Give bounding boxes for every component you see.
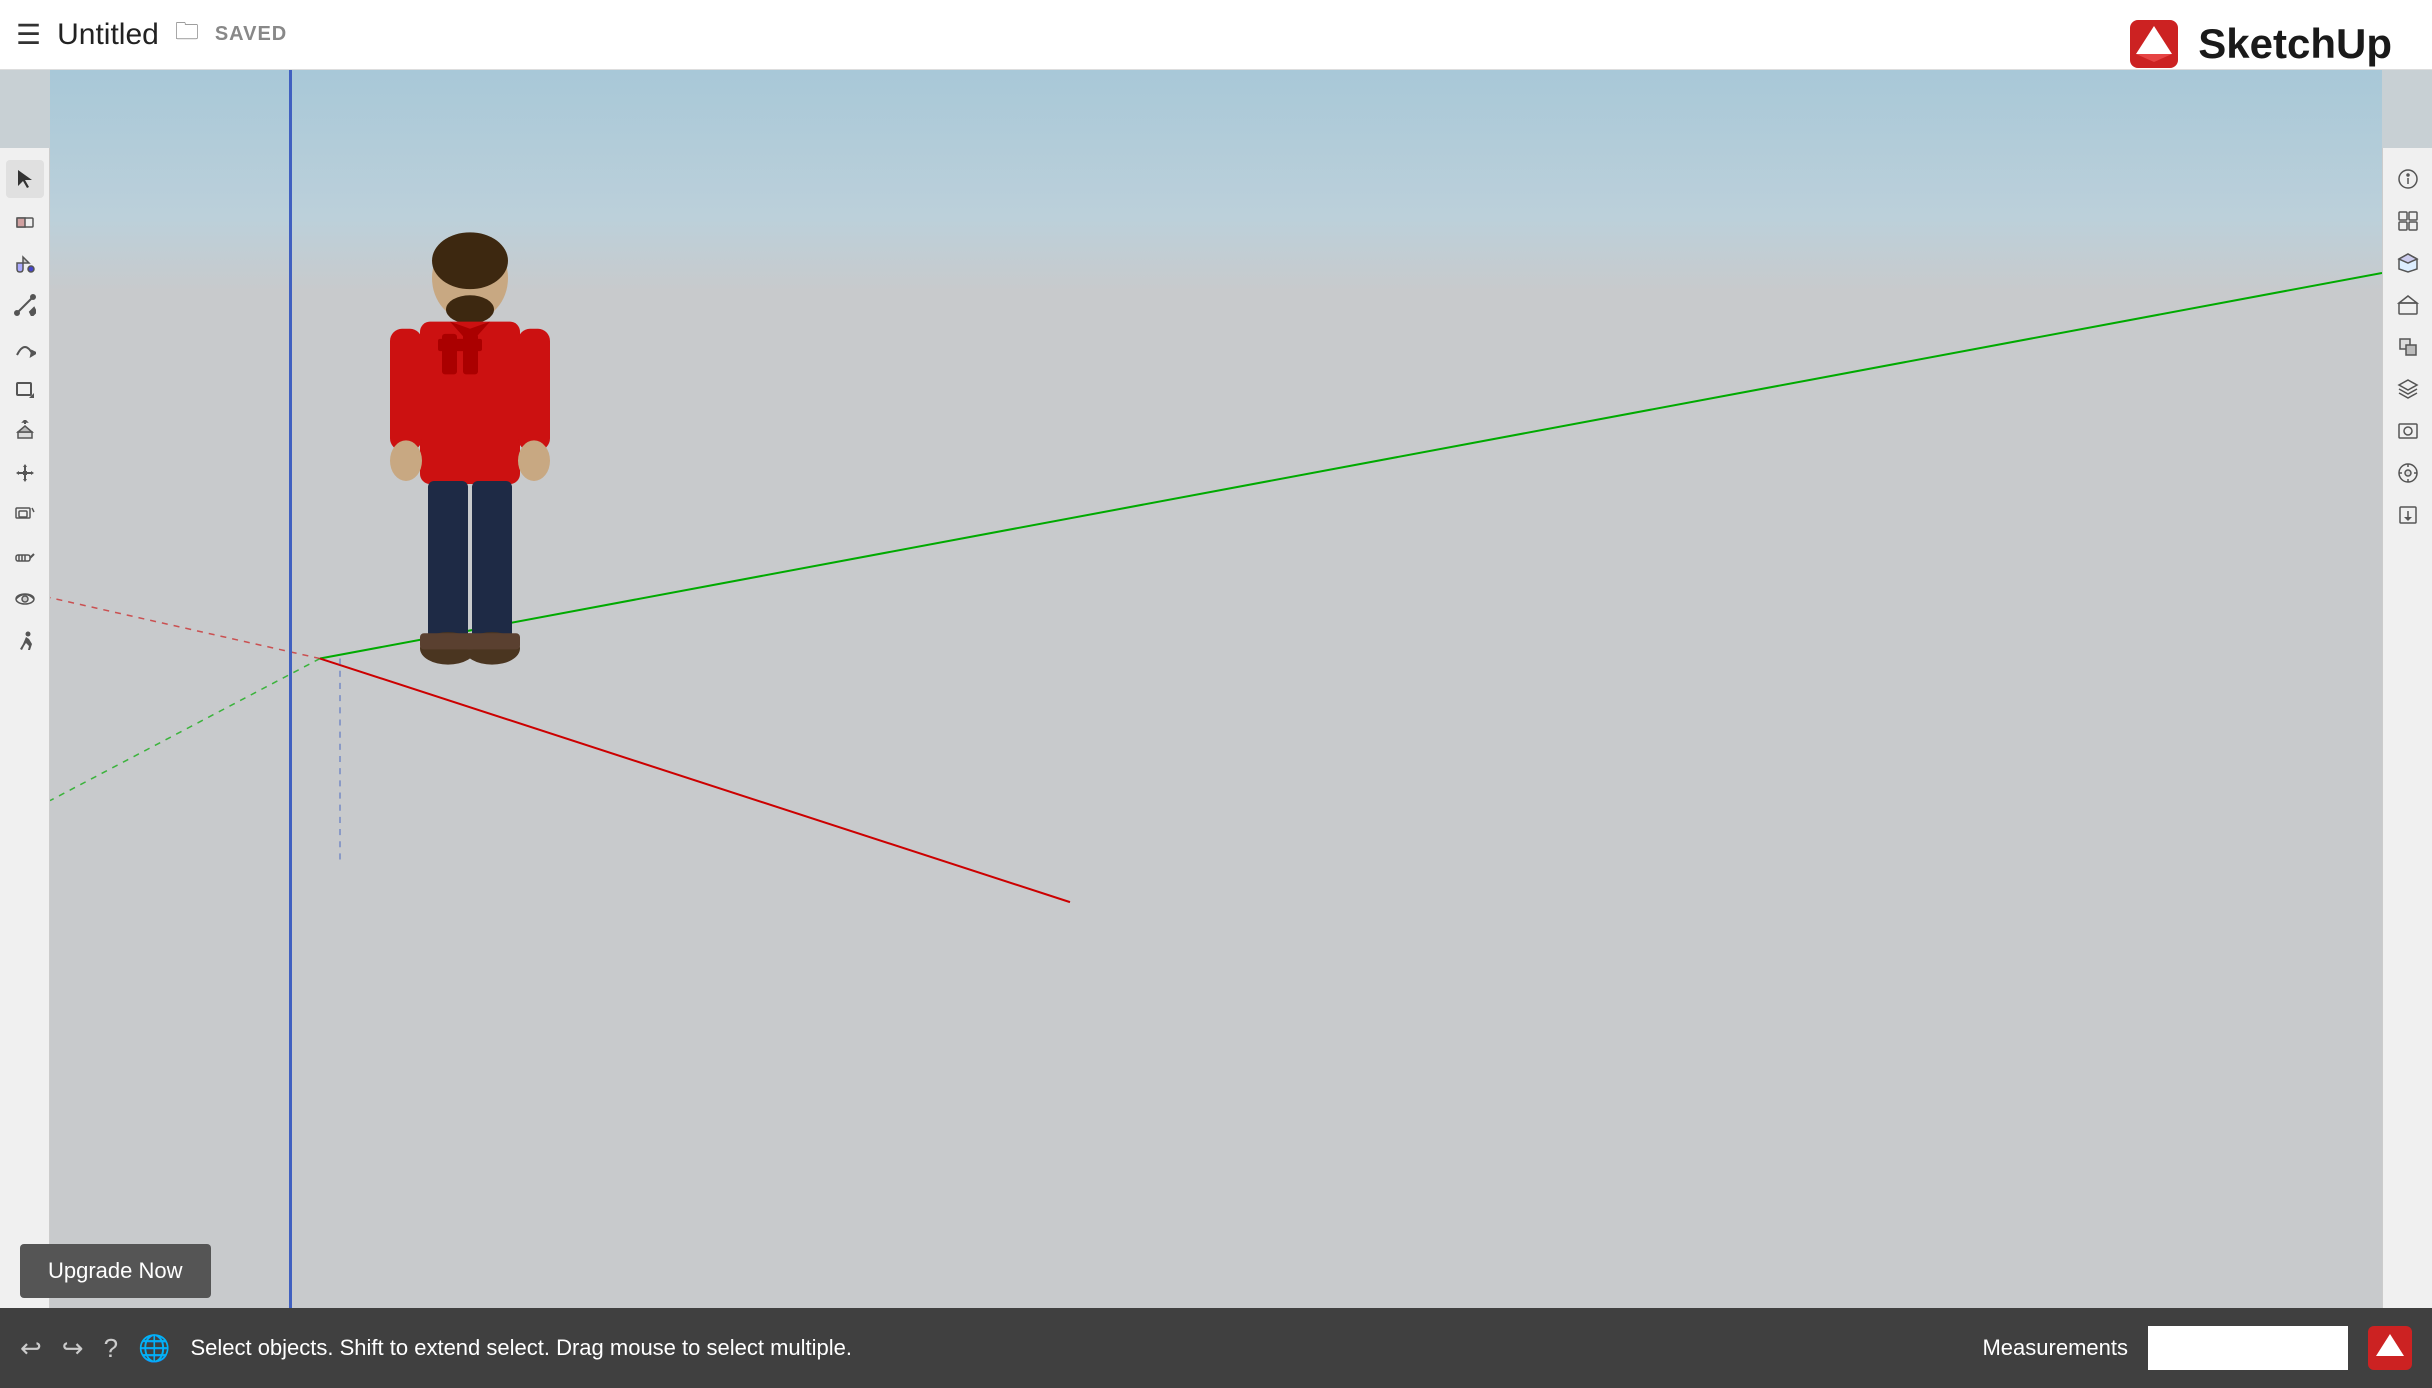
line-tool-button[interactable] (6, 286, 44, 324)
upgrade-now-button[interactable]: Upgrade Now (20, 1244, 211, 1298)
titlebar: ☰ Untitled 🗀 SAVED (0, 0, 2432, 70)
left-toolbar (0, 148, 50, 1308)
layers-panel-button[interactable] (2389, 370, 2427, 408)
tape-measure-tool-button[interactable] (6, 538, 44, 576)
undo-button[interactable]: ↩ (20, 1333, 42, 1364)
sketchup-logo: SketchUp (2122, 12, 2392, 76)
statusbar: ↩ ↪ ? 🌐 Select objects. Shift to extend … (0, 1308, 2432, 1388)
hamburger-menu-button[interactable]: ☰ (16, 18, 41, 51)
redo-button[interactable]: ↪ (62, 1333, 84, 1364)
materials-panel-button[interactable] (2389, 244, 2427, 282)
measurements-label: Measurements (1982, 1335, 2128, 1361)
help-button[interactable]: ? (104, 1333, 118, 1364)
document-title: Untitled (57, 18, 159, 52)
eraser-tool-button[interactable] (6, 202, 44, 240)
globe-button[interactable]: 🌐 (138, 1333, 170, 1364)
select-tool-button[interactable] (6, 160, 44, 198)
sketchup-logo-icon (2122, 12, 2186, 76)
push-pull-tool-button[interactable] (6, 412, 44, 450)
axis-lines-svg (50, 70, 2382, 1308)
extensions-panel-button[interactable] (2389, 454, 2427, 492)
scenes-panel-button[interactable] (2389, 412, 2427, 450)
rectangle-tool-button[interactable] (6, 370, 44, 408)
viewport[interactable] (50, 70, 2382, 1308)
model-info-button[interactable] (2389, 160, 2427, 198)
measurements-input[interactable] (2148, 1326, 2348, 1370)
file-icon: 🗀 (175, 14, 199, 55)
right-toolbar (2382, 148, 2432, 1308)
saved-status-badge: SAVED (215, 23, 287, 46)
sketchup-logo-text: SketchUp (2198, 20, 2392, 68)
warehouse-button[interactable] (2389, 286, 2427, 324)
paint-bucket-tool-button[interactable] (6, 244, 44, 282)
arc-tool-button[interactable] (6, 328, 44, 366)
orbit-tool-button[interactable] (6, 580, 44, 618)
move-tool-button[interactable] (6, 454, 44, 492)
components-panel-button[interactable] (2389, 202, 2427, 240)
offset-tool-button[interactable] (6, 496, 44, 534)
blue-vertical-line (290, 70, 292, 1308)
solid-tools-button[interactable] (2389, 328, 2427, 366)
status-text: Select objects. Shift to extend select. … (190, 1335, 1962, 1361)
sketchup-s-icon (2368, 1326, 2412, 1370)
import-button[interactable] (2389, 496, 2427, 534)
walk-tool-button[interactable] (6, 622, 44, 660)
